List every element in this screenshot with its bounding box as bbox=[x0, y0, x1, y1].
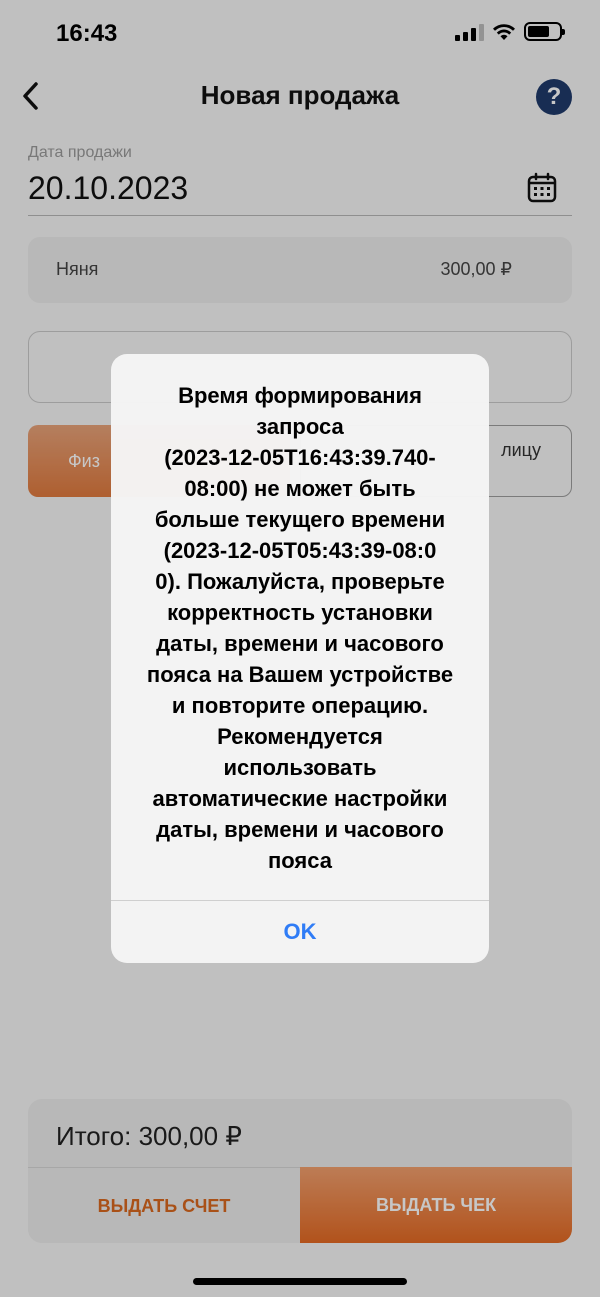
error-alert-dialog: Время формирования запроса (2023-12-05T1… bbox=[111, 354, 489, 963]
alert-line: автоматические настройки bbox=[152, 786, 448, 811]
alert-line: и повторите операцию. bbox=[171, 693, 429, 718]
screen: 16:43 Новая продажа ? Дата продажи 20.10… bbox=[0, 0, 600, 1297]
alert-line: даты, времени и часового bbox=[156, 817, 444, 842]
alert-line: Время формирования bbox=[178, 383, 422, 408]
alert-line: запроса bbox=[256, 414, 344, 439]
alert-line: (2023-12-05T16:43:39.740- bbox=[164, 445, 436, 470]
alert-line: пояса на Вашем устройстве bbox=[146, 662, 454, 687]
alert-ok-button[interactable]: OK bbox=[111, 901, 489, 963]
alert-message: Время формирования запроса (2023-12-05T1… bbox=[131, 380, 469, 876]
home-indicator[interactable] bbox=[193, 1278, 407, 1285]
alert-line: больше текущего времени bbox=[154, 507, 446, 532]
alert-line: 0). Пожалуйста, проверьте bbox=[155, 569, 445, 594]
alert-line: Рекомендуется bbox=[217, 724, 383, 749]
alert-line: 08:00) не может быть bbox=[184, 476, 416, 501]
alert-line: пояса bbox=[267, 848, 332, 873]
alert-line: (2023-12-05T05:43:39-08:0 bbox=[163, 538, 437, 563]
alert-line: использовать bbox=[223, 755, 377, 780]
alert-line: даты, времени и часового bbox=[156, 631, 444, 656]
alert-line: корректность установки bbox=[167, 600, 433, 625]
